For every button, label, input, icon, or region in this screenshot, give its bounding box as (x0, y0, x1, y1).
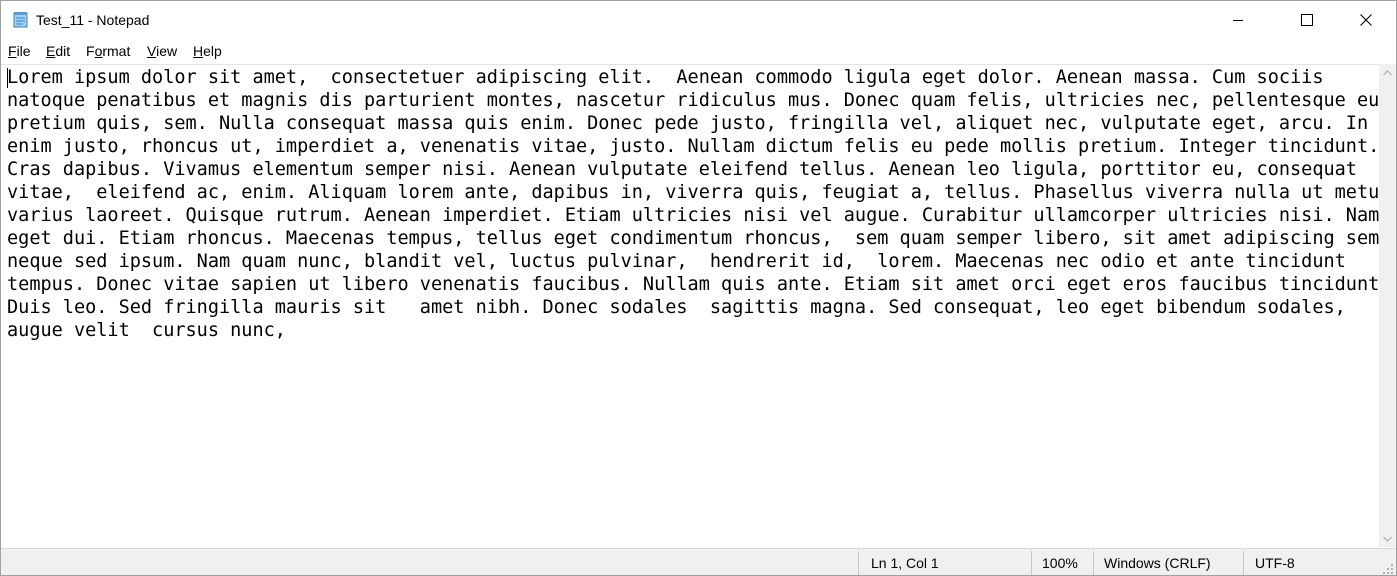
menu-file-accesskey: F (8, 43, 17, 59)
menu-edit-label: dit (55, 43, 71, 59)
menu-view[interactable]: View (147, 43, 177, 59)
minimize-button[interactable] (1215, 1, 1261, 39)
text-line: eget dui. Etiam rhoncus. Maecenas tempus… (7, 228, 1380, 249)
menu-edit[interactable]: Edit (46, 43, 70, 59)
menu-view-accesskey: V (147, 43, 157, 59)
scroll-down-button[interactable] (1379, 530, 1396, 547)
status-bar: Ln 1, Col 1 100% Windows (CRLF) UTF-8 (1, 548, 1396, 575)
text-line: varius laoreet. Quisque rutrum. Aenean i… (7, 205, 1380, 226)
maximize-button[interactable] (1284, 1, 1330, 39)
chevron-down-icon (1383, 536, 1392, 542)
menu-format-prefix: F (86, 43, 95, 59)
menu-format[interactable]: Format (86, 43, 130, 59)
minimize-icon (1233, 20, 1243, 21)
text-line: neque sed ipsum. Nam quam nunc, blandit … (7, 251, 1346, 272)
line-ending: Windows (CRLF) (1104, 555, 1211, 571)
menu-edit-accesskey: E (46, 43, 56, 59)
menu-help-label: elp (203, 43, 222, 59)
text-line: Duis leo. Sed fringilla mauris sit amet … (7, 297, 1346, 318)
close-icon (1360, 14, 1372, 26)
menu-format-label: rmat (102, 43, 131, 59)
chevron-up-icon (1383, 69, 1392, 75)
menu-file-label: ile (16, 43, 31, 59)
title-bar[interactable]: Test_11 - Notepad (1, 1, 1396, 39)
text-line: vitae, eleifend ac, enim. Aliquam lorem … (7, 182, 1391, 203)
notepad-window: Test_11 - Notepad File Edit Format View … (0, 0, 1397, 576)
status-divider (1093, 551, 1094, 575)
text-line: Cras dapibus. Vivamus elementum semper n… (7, 159, 1357, 180)
resize-grip-icon[interactable] (1382, 562, 1394, 574)
menu-help-accesskey: H (193, 43, 204, 59)
encoding: UTF-8 (1255, 555, 1295, 571)
text-editor-area[interactable]: Lorem ipsum dolor sit amet, consectetuer… (1, 64, 1391, 548)
maximize-icon (1301, 14, 1313, 26)
vertical-scrollbar[interactable] (1379, 64, 1396, 547)
menu-file[interactable]: File (8, 43, 31, 59)
text-line: tempus. Donec vitae sapien ut libero ven… (7, 274, 1391, 295)
status-divider (1243, 551, 1244, 575)
cursor-position: Ln 1, Col 1 (871, 555, 939, 571)
window-title: Test_11 - Notepad (36, 12, 150, 28)
scroll-up-button[interactable] (1379, 64, 1396, 81)
text-line: augue velit cursus nunc, (7, 320, 286, 341)
status-divider (858, 551, 859, 575)
status-divider (1031, 551, 1032, 575)
menu-view-label: iew (156, 43, 178, 59)
text-line: Lorem ipsum dolor sit amet, consectetuer… (7, 67, 1324, 88)
notepad-icon (12, 11, 29, 28)
menu-help[interactable]: Help (193, 43, 222, 59)
text-line: enim justo, rhoncus ut, imperdiet a, ven… (7, 136, 1380, 157)
close-button[interactable] (1343, 1, 1389, 39)
zoom-level: 100% (1042, 555, 1078, 571)
text-line: pretium quis, sem. Nulla consequat massa… (7, 113, 1369, 134)
document-text[interactable]: Lorem ipsum dolor sit amet, consectetuer… (7, 66, 1391, 342)
menu-bar: File Edit Format View Help (1, 39, 1396, 63)
text-line: natoque penatibus et magnis dis parturie… (7, 90, 1391, 111)
text-caret (7, 68, 8, 88)
